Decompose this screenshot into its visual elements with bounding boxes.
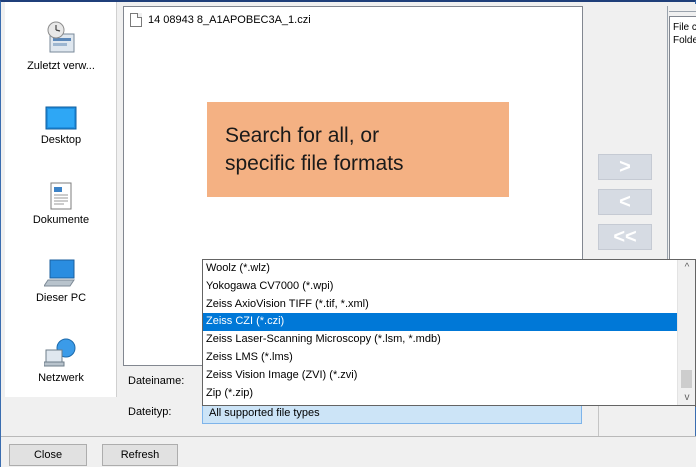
file-chooser-dialog: Zuletzt verw... Desktop Dokumente Dieser… bbox=[0, 0, 696, 467]
place-recent[interactable]: Zuletzt verw... bbox=[5, 20, 117, 72]
desktop-icon bbox=[45, 106, 77, 130]
recent-places-icon bbox=[47, 21, 75, 53]
dropdown-option[interactable]: Yokogawa CV7000 (*.wpi) bbox=[203, 278, 678, 296]
annotation-callout: Search for all, or specific file formats bbox=[207, 102, 509, 197]
close-button[interactable]: Close bbox=[9, 444, 87, 466]
callout-line-1: Search for all, or bbox=[225, 124, 380, 147]
place-label: Desktop bbox=[40, 134, 82, 146]
documents-icon bbox=[50, 182, 72, 210]
place-label: Netzwerk bbox=[38, 372, 84, 384]
list-item[interactable]: 14 08943 8_A1APOBEC3A_1.czi bbox=[130, 13, 311, 27]
folder-info-line: Folde bbox=[673, 35, 696, 46]
place-label: Dokumente bbox=[32, 214, 90, 226]
dropdown-option[interactable]: Zip (*.zip) bbox=[203, 385, 678, 403]
filename-label: Dateiname: bbox=[128, 375, 185, 387]
network-icon bbox=[44, 338, 76, 367]
scroll-down-icon[interactable]: v bbox=[678, 392, 696, 403]
file-name: 14 08943 8_A1APOBEC3A_1.czi bbox=[148, 14, 311, 26]
place-this-pc[interactable]: Dieser PC bbox=[5, 258, 117, 304]
callout-line-2: specific file formats bbox=[225, 152, 404, 175]
place-label: Dieser PC bbox=[35, 292, 87, 304]
place-documents[interactable]: Dokumente bbox=[5, 182, 117, 226]
place-label: Zuletzt verw... bbox=[27, 60, 95, 72]
remove-all-button[interactable]: << bbox=[598, 224, 652, 250]
place-desktop[interactable]: Desktop bbox=[5, 106, 117, 146]
scroll-up-icon[interactable]: ^ bbox=[678, 262, 696, 273]
computer-icon bbox=[44, 259, 75, 287]
scroll-thumb[interactable] bbox=[681, 370, 692, 388]
dropdown-option[interactable]: Zeiss Vision Image (ZVI) (*.zvi) bbox=[203, 367, 678, 385]
remove-button[interactable]: < bbox=[598, 189, 652, 215]
dropdown-option[interactable]: Zeiss AxioVision TIFF (*.tif, *.xml) bbox=[203, 296, 678, 314]
filetype-dropdown-list[interactable]: Woolz (*.wlz) Yokogawa CV7000 (*.wpi) Ze… bbox=[202, 259, 696, 406]
dropdown-option[interactable]: Woolz (*.wlz) bbox=[203, 260, 678, 278]
places-sidebar: Zuletzt verw... Desktop Dokumente Dieser… bbox=[5, 2, 117, 397]
filetype-select[interactable]: All supported file types bbox=[202, 403, 582, 424]
right-panel-header bbox=[669, 4, 696, 12]
dropdown-option[interactable]: Zeiss Laser-Scanning Microscopy (*.lsm, … bbox=[203, 331, 678, 349]
dropdown-scrollbar[interactable]: ^ v bbox=[677, 260, 695, 405]
refresh-button[interactable]: Refresh bbox=[102, 444, 178, 466]
file-info-line: File c bbox=[673, 22, 696, 33]
bottom-bar: Close Refresh bbox=[1, 436, 696, 467]
dropdown-options: Woolz (*.wlz) Yokogawa CV7000 (*.wpi) Ze… bbox=[203, 260, 678, 402]
add-button[interactable]: > bbox=[598, 154, 652, 180]
file-icon bbox=[130, 13, 142, 27]
filetype-label: Dateityp: bbox=[128, 406, 172, 418]
place-network[interactable]: Netzwerk bbox=[5, 338, 117, 384]
dropdown-option[interactable]: Zeiss LMS (*.lms) bbox=[203, 349, 678, 367]
dropdown-option-selected[interactable]: Zeiss CZI (*.czi) bbox=[203, 313, 678, 332]
